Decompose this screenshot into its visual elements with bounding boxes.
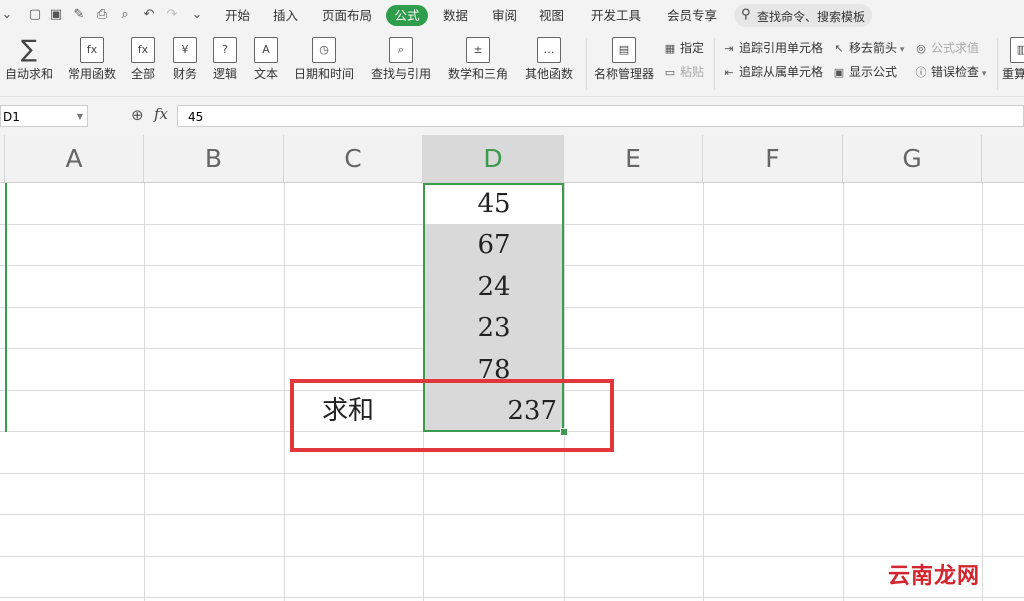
menu-developer[interactable]: 开发工具: [591, 7, 641, 25]
zoom-icon[interactable]: ⊕: [131, 106, 144, 124]
column-header-c[interactable]: C: [284, 135, 423, 183]
undo-icon[interactable]: ↶: [142, 8, 156, 22]
print-preview-icon[interactable]: ⌕: [118, 8, 132, 22]
column-header-f[interactable]: F: [703, 135, 843, 183]
column-header-h[interactable]: [982, 135, 1024, 183]
name-manager-button[interactable]: ▤ 名称管理器: [592, 37, 656, 92]
search-icon: ⚲: [741, 7, 751, 22]
command-search[interactable]: ⚲ 查找命令、搜索模板: [734, 4, 872, 27]
ribbon: ∑ 自动求和 fx 常用函数 fx 全部 ¥ 财务 ? 逻辑 A 文本 ◷ 日期…: [0, 32, 1024, 96]
search-placeholder: 查找命令、搜索模板: [757, 10, 866, 24]
highlight-box: [290, 379, 614, 452]
column-header-g[interactable]: G: [843, 135, 982, 183]
column-header-e[interactable]: E: [564, 135, 703, 183]
remove-arrows-icon: ↖: [834, 42, 844, 55]
menu-data[interactable]: 数据: [443, 7, 468, 25]
menu-bar: ⌄ ▢ ▣ ✎ ⎙ ⌕ ↶ ↷ ⌄ 开始 插入 页面布局 公式 数据 审阅 视图…: [0, 0, 1024, 32]
column-header-b[interactable]: B: [144, 135, 284, 183]
trace-arrow-icon: ⇥: [724, 42, 734, 55]
formula-input[interactable]: 45: [177, 105, 1024, 127]
question-icon: ?: [213, 37, 237, 63]
show-formulas-icon: ▣: [833, 66, 845, 79]
row-selection-indicator: [5, 183, 7, 432]
other-functions-button[interactable]: … 其他函数: [520, 37, 578, 92]
chevron-down-icon[interactable]: ⌄: [0, 8, 14, 22]
paste-icon: ▭: [664, 66, 676, 79]
error-check-button[interactable]: ⓘ 错误检查 ▾: [914, 63, 987, 81]
all-functions-button[interactable]: fx 全部: [127, 37, 159, 92]
lookup-button[interactable]: ⌕ 查找与引用: [366, 37, 436, 92]
evaluate-icon: ◎: [916, 42, 926, 55]
error-check-icon: ⓘ: [915, 66, 927, 79]
evaluate-formula-button[interactable]: ◎ 公式求值: [914, 39, 979, 57]
menu-review[interactable]: 审阅: [492, 7, 517, 25]
remove-arrows-button[interactable]: ↖ 移去箭头 ▾: [832, 39, 904, 57]
math-icon: ±: [466, 37, 490, 63]
trace-dependents-button[interactable]: ⇤ 追踪从属单元格: [722, 63, 823, 81]
sigma-icon: ∑: [20, 35, 38, 63]
math-trig-button[interactable]: ± 数学和三角: [443, 37, 513, 92]
redo-icon[interactable]: ↷: [165, 8, 179, 22]
format-painter-icon[interactable]: ✎: [72, 8, 86, 22]
ellipsis-icon: …: [537, 37, 561, 63]
auto-sum-button[interactable]: ∑ 自动求和: [0, 37, 58, 92]
paste-name-button[interactable]: ▭ 粘贴: [663, 63, 704, 81]
datetime-button[interactable]: ◷ 日期和时间: [290, 37, 358, 92]
menu-view[interactable]: 视图: [539, 7, 564, 25]
trace-precedents-button[interactable]: ⇥ 追踪引用单元格: [722, 39, 823, 57]
function-icon: fx: [131, 37, 155, 63]
function-star-icon: fx: [80, 37, 104, 63]
print-icon[interactable]: ⎙: [95, 8, 109, 22]
name-manager-icon: ▤: [612, 37, 636, 63]
save-icon[interactable]: ▣: [49, 8, 63, 22]
clock-icon: ◷: [312, 37, 336, 63]
chevron-down-icon[interactable]: ▼: [77, 106, 83, 128]
new-file-icon[interactable]: ▢: [28, 8, 42, 22]
name-box[interactable]: D1 ▼: [0, 105, 88, 127]
text-button[interactable]: A 文本: [249, 37, 283, 92]
formula-bar: D1 ▼ ⊕ fx 45: [0, 96, 1024, 136]
yen-icon: ¥: [173, 37, 197, 63]
column-header-d[interactable]: D: [423, 135, 564, 183]
fx-icon[interactable]: fx: [154, 105, 168, 123]
logic-button[interactable]: ? 逻辑: [208, 37, 242, 92]
show-formulas-button[interactable]: ▣ 显示公式: [832, 63, 897, 81]
finance-button[interactable]: ¥ 财务: [168, 37, 202, 92]
lookup-magnifier-icon: ⌕: [389, 37, 413, 63]
column-header-a[interactable]: A: [5, 135, 144, 183]
recalculate-button[interactable]: ▥ 重算: [1002, 37, 1024, 92]
menu-member[interactable]: 会员专享: [667, 7, 717, 25]
common-functions-button[interactable]: fx 常用函数: [63, 37, 121, 92]
text-a-icon: A: [254, 37, 278, 63]
table-icon: ▦: [664, 42, 676, 55]
menu-page-layout[interactable]: 页面布局: [322, 7, 372, 25]
trace-dependents-icon: ⇤: [724, 66, 734, 79]
menu-insert[interactable]: 插入: [273, 7, 298, 25]
recalculate-icon: ▥: [1010, 37, 1024, 63]
customize-icon[interactable]: ⌄: [190, 8, 204, 22]
assign-name-button[interactable]: ▦ 指定: [663, 39, 704, 57]
watermark: 云南龙网: [888, 564, 981, 589]
menu-formulas[interactable]: 公式: [386, 5, 428, 26]
menu-home[interactable]: 开始: [225, 7, 250, 25]
